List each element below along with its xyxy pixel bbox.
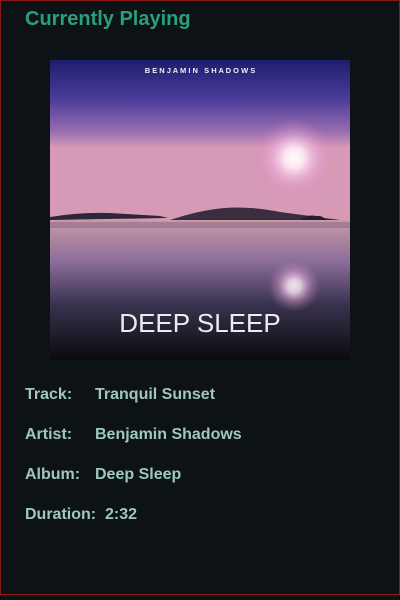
duration-row: Duration: 2:32 [25, 506, 137, 524]
cover-artist-banner: B E N J A M I N S H A D O W S [145, 66, 256, 75]
track-row: Track: Tranquil Sunset [25, 386, 215, 404]
album-value: Deep Sleep [95, 466, 182, 483]
now-playing-panel: Currently Playing B E N J A M I N S H A … [0, 0, 400, 595]
artist-row: Artist: Benjamin Shadows [25, 426, 242, 444]
artist-value: Benjamin Shadows [95, 426, 242, 443]
album-cover: B E N J A M I N S H A D O W S DEEP SLEEP [50, 60, 350, 360]
duration-label: Duration: [25, 506, 97, 523]
track-value: Tranquil Sunset [95, 386, 216, 403]
duration-value: 2:32 [105, 506, 138, 523]
artist-label: Artist: [25, 426, 73, 443]
cover-album-title: DEEP SLEEP [119, 308, 280, 338]
album-cover-art: B E N J A M I N S H A D O W S DEEP SLEEP [50, 60, 350, 360]
album-label: Album: [25, 466, 81, 483]
page-title: Currently Playing [25, 8, 191, 30]
track-label: Track: [25, 386, 73, 403]
album-row: Album: Deep Sleep [25, 466, 181, 484]
